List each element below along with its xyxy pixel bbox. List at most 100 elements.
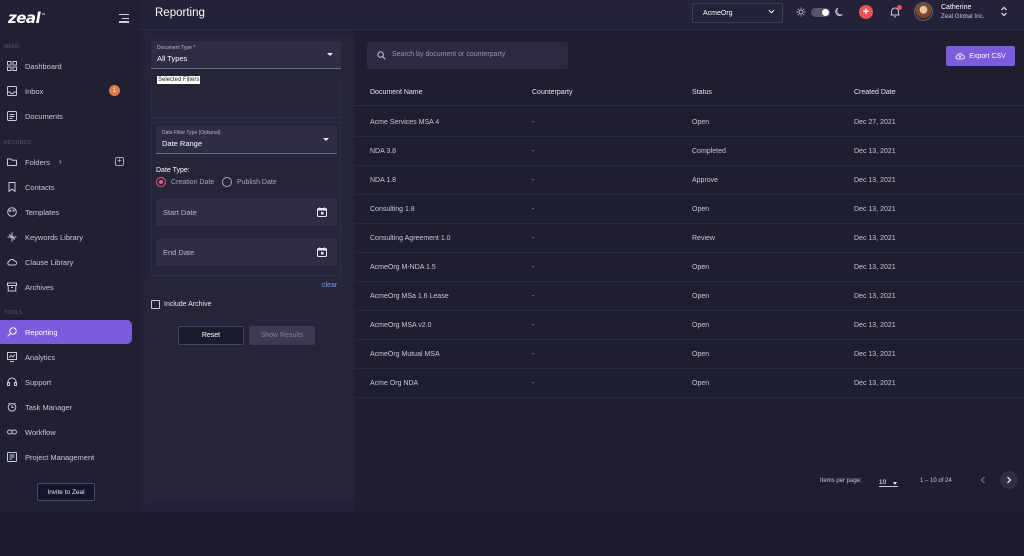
reset-button[interactable]: Reset <box>178 326 244 345</box>
sidebar-item-analytics[interactable]: Analytics <box>0 345 132 369</box>
column-header-created-date[interactable]: Created Date <box>854 89 896 96</box>
date-filter-type-select[interactable]: Date Filter Type (Optional) Date Range <box>156 126 337 154</box>
document-type-select[interactable]: Document Type * All Types <box>151 41 341 69</box>
cell-counterparty: - <box>532 177 535 184</box>
date-filter-type-label: Date Filter Type (Optional) <box>162 130 221 136</box>
column-header-counterparty[interactable]: Counterparty <box>532 89 572 96</box>
previous-page-button[interactable] <box>974 471 992 489</box>
sidebar-item-folders[interactable]: Folders › + <box>0 150 132 174</box>
sidebar-item-reporting[interactable]: Reporting <box>0 320 132 344</box>
radio-selected-icon <box>156 177 166 187</box>
calendar-icon[interactable] <box>317 207 327 217</box>
org-selector-value: AcmeOrg <box>703 9 733 17</box>
search-placeholder: Search by document or counterparty <box>392 51 506 58</box>
column-header-document-name[interactable]: Document Name <box>370 89 423 96</box>
clear-link[interactable]: clear <box>322 282 337 289</box>
table-row[interactable]: AcmeOrg M-NDA 1.5 - Open Dec 13, 2021 <box>354 253 1024 282</box>
table-row[interactable]: AcmeOrg MSA v2.0 - Open Dec 13, 2021 <box>354 311 1024 340</box>
table-row[interactable]: NDA 3.8 - Completed Dec 13, 2021 <box>354 137 1024 166</box>
cell-status: Review <box>692 235 715 242</box>
sidebar-item-keywords-library[interactable]: Keywords Library <box>0 225 132 249</box>
avatar[interactable] <box>914 2 933 21</box>
cell-document-name[interactable]: AcmeOrg M-NDA 1.5 <box>370 264 436 271</box>
start-date-input[interactable]: Start Date <box>156 199 337 226</box>
export-csv-button[interactable]: Export CSV <box>946 46 1015 66</box>
calendar-icon[interactable] <box>317 247 327 257</box>
cell-counterparty: - <box>532 380 535 387</box>
cell-document-name[interactable]: NDA 1.8 <box>370 177 396 184</box>
sidebar-item-archives[interactable]: Archives <box>0 275 132 299</box>
add-folder-icon[interactable]: + <box>115 157 124 166</box>
cell-created-date: Dec 13, 2021 <box>854 322 896 329</box>
top-header: Reporting AcmeOrg + Catherine Zeal Globa… <box>140 0 1024 30</box>
table-row[interactable]: Acme Services MSA 4 - Open Dec 27, 2021 <box>354 108 1024 137</box>
document-icon <box>7 111 17 121</box>
cell-document-name[interactable]: Consulting 1.8 <box>370 206 415 213</box>
cell-created-date: Dec 13, 2021 <box>854 380 896 387</box>
items-per-page-select[interactable]: 10 <box>879 479 899 487</box>
table-row[interactable]: NDA 1.8 - Approve Dec 13, 2021 <box>354 166 1024 195</box>
cell-document-name[interactable]: Acme Services MSA 4 <box>370 119 439 126</box>
chevron-left-icon <box>980 476 985 484</box>
sidebar-item-templates[interactable]: Templates <box>0 200 132 224</box>
cloud-icon <box>7 257 17 267</box>
sidebar-item-dashboard[interactable]: Dashboard <box>0 54 132 78</box>
create-new-button[interactable]: + <box>859 5 873 19</box>
sun-icon[interactable] <box>796 7 806 17</box>
chevron-up-down-icon[interactable] <box>1000 6 1008 17</box>
sidebar-item-contacts[interactable]: Contacts <box>0 175 132 199</box>
invite-button[interactable]: Invite to Zeal <box>37 483 95 501</box>
include-archive-checkbox[interactable]: Include Archive <box>151 300 211 309</box>
radio-publish-date-label: Publish Date <box>237 178 277 186</box>
sidebar-item-project-management[interactable]: Project Management <box>0 445 132 469</box>
radio-publish-date[interactable]: Publish Date <box>222 177 277 187</box>
cell-counterparty: - <box>532 264 535 271</box>
chevron-right-icon[interactable]: › <box>59 157 62 166</box>
cell-created-date: Dec 27, 2021 <box>854 119 896 126</box>
cell-document-name[interactable]: NDA 3.8 <box>370 148 396 155</box>
cell-status: Completed <box>692 148 726 155</box>
brand-logo[interactable]: zeal™ <box>8 9 46 27</box>
end-date-input[interactable]: End Date <box>156 239 337 266</box>
notification-dot <box>897 5 902 10</box>
org-selector[interactable]: AcmeOrg <box>692 3 783 23</box>
chevron-right-icon <box>1007 476 1012 484</box>
table-row[interactable]: AcmeOrg MSa 1.6 Lease - Open Dec 13, 202… <box>354 282 1024 311</box>
cell-document-name[interactable]: Consulting Agreement 1.0 <box>370 235 451 242</box>
theme-toggle[interactable] <box>811 8 830 17</box>
link-icon <box>7 427 17 437</box>
hamburger-menu-icon[interactable] <box>119 14 129 23</box>
search-input[interactable]: Search by document or counterparty <box>367 42 568 69</box>
cell-document-name[interactable]: Acme Org NDA <box>370 380 418 387</box>
dropdown-arrow-icon <box>893 482 898 485</box>
cell-status: Open <box>692 264 710 271</box>
sidebar-item-workflow[interactable]: Workflow <box>0 420 132 444</box>
table-header: Document Name Counterparty Status Create… <box>354 78 1024 106</box>
table-row[interactable]: Acme Org NDA - Open Dec 13, 2021 <box>354 369 1024 398</box>
date-filter-type-value: Date Range <box>162 139 203 148</box>
document-type-value: All Types <box>157 54 188 63</box>
cell-document-name[interactable]: AcmeOrg MSA v2.0 <box>370 322 431 329</box>
sidebar-item-documents[interactable]: Documents <box>0 104 132 128</box>
cell-status: Open <box>692 351 710 358</box>
dropdown-arrow-icon <box>323 138 329 141</box>
user-name[interactable]: Catherine <box>941 4 971 11</box>
cell-counterparty: - <box>532 322 535 329</box>
show-results-button[interactable]: Show Results <box>249 326 315 345</box>
sidebar-item-inbox[interactable]: Inbox 1 <box>0 79 132 103</box>
next-page-button[interactable] <box>1000 471 1018 489</box>
sidebar-item-clause-library[interactable]: Clause Library <box>0 250 132 274</box>
column-header-status[interactable]: Status <box>692 89 712 96</box>
selected-filters-box <box>151 82 341 118</box>
results-panel: Search by document or counterparty Expor… <box>354 30 1024 512</box>
table-row[interactable]: AcmeOrg Mutual MSA - Open Dec 13, 2021 <box>354 340 1024 369</box>
table-row[interactable]: Consulting 1.8 - Open Dec 13, 2021 <box>354 195 1024 224</box>
cell-document-name[interactable]: AcmeOrg Mutual MSA <box>370 351 440 358</box>
sidebar-item-task-manager[interactable]: Task Manager <box>0 395 132 419</box>
cell-document-name[interactable]: AcmeOrg MSa 1.6 Lease <box>370 293 449 300</box>
sidebar-item-support[interactable]: Support <box>0 370 132 394</box>
table-row[interactable]: Consulting Agreement 1.0 - Review Dec 13… <box>354 224 1024 253</box>
moon-icon[interactable] <box>835 7 845 17</box>
radio-unselected-icon <box>222 177 232 187</box>
radio-creation-date[interactable]: Creation Date <box>156 177 214 187</box>
